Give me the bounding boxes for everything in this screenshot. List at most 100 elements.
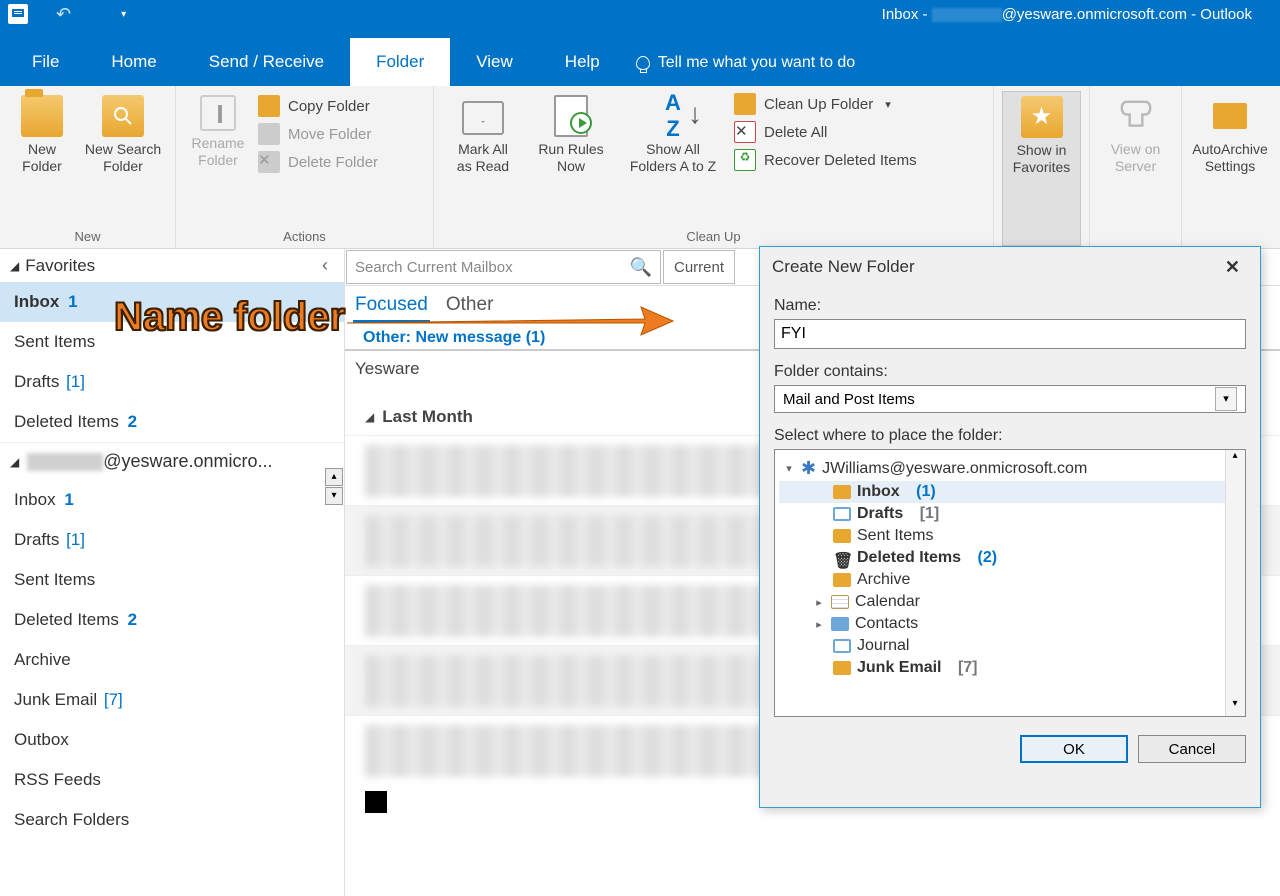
trash-icon: 🗑 — [833, 551, 851, 565]
favorite-star-icon: ★ — [1021, 96, 1063, 138]
title-bar: ↶ ▾ Inbox - @yesware.onmicrosoft.com - O… — [0, 0, 1280, 28]
ok-button[interactable]: OK — [1020, 735, 1128, 763]
folder-name-input[interactable] — [774, 319, 1246, 349]
move-folder-icon — [258, 123, 280, 145]
group-label-new: New — [0, 229, 175, 244]
lightbulb-icon — [636, 56, 650, 70]
tree-scrollbar[interactable]: ▴▾ — [1225, 450, 1245, 716]
junk-icon — [833, 661, 851, 675]
account-header[interactable]: ◢@yesware.onmicro... — [0, 442, 344, 480]
recover-icon: ♻ — [734, 149, 756, 171]
envelope-icon — [462, 95, 504, 137]
show-all-folders-button[interactable]: AZ↓Show All Folders A to Z — [618, 91, 728, 246]
calendar-icon — [831, 595, 849, 609]
folder-junk[interactable]: Junk Email [7] — [0, 680, 344, 720]
view-on-server-button: View on Server — [1098, 91, 1173, 246]
folder-pane: ◢ Favorites ‹ Inbox 1 Sent Items Drafts … — [0, 249, 345, 896]
chevron-right-icon: ▸ — [813, 596, 825, 609]
folder-sent[interactable]: Sent Items — [0, 560, 344, 600]
fav-drafts[interactable]: Drafts [1] — [0, 362, 344, 402]
tree-account[interactable]: ▾✱JWilliams@yesware.onmicrosoft.com — [779, 456, 1241, 481]
name-label: Name: — [774, 297, 1246, 315]
autoarchive-icon — [1209, 95, 1251, 137]
server-icon — [1115, 95, 1157, 137]
tree-journal[interactable]: Journal — [779, 635, 1241, 657]
delete-all-icon: ✕ — [734, 121, 756, 143]
search-input[interactable]: Search Current Mailbox🔍 — [346, 250, 661, 284]
az-sort-icon: AZ↓ — [652, 95, 694, 137]
folder-deleted[interactable]: Deleted Items 2 — [0, 600, 344, 640]
scrollbar-stub[interactable]: ▴▾ — [324, 467, 344, 537]
favorites-header[interactable]: ◢ Favorites ‹ — [0, 249, 344, 282]
chevron-down-icon: ◢ — [10, 455, 19, 469]
cleanup-icon — [734, 93, 756, 115]
ribbon: New Folder New Search Folder New Rename … — [0, 86, 1280, 249]
group-label-actions: Actions — [176, 229, 433, 244]
folder-contains-dropdown[interactable]: Mail and Post Items▾ — [774, 385, 1246, 413]
copy-folder-button[interactable]: Copy Folder — [258, 95, 378, 117]
folder-archive[interactable]: Archive — [0, 640, 344, 680]
search-scope-dropdown[interactable]: Current — [663, 250, 735, 284]
tab-file[interactable]: File — [6, 38, 85, 86]
contacts-icon — [831, 617, 849, 631]
folder-drafts[interactable]: Drafts [1] — [0, 520, 344, 560]
clean-up-folder-button[interactable]: Clean Up Folder▾ — [734, 93, 917, 115]
folder-outbox[interactable]: Outbox — [0, 720, 344, 760]
recover-deleted-button[interactable]: ♻Recover Deleted Items — [734, 149, 917, 171]
folder-inbox[interactable]: Inbox 1 — [0, 480, 344, 520]
tab-focused[interactable]: Focused — [353, 290, 430, 323]
autoarchive-settings-button[interactable]: AutoArchive Settings — [1190, 91, 1270, 246]
tab-other[interactable]: Other — [444, 290, 496, 323]
rename-icon — [200, 95, 236, 131]
fav-sent[interactable]: Sent Items — [0, 322, 344, 362]
rules-icon — [550, 95, 592, 137]
folder-search-folders[interactable]: Search Folders — [0, 800, 344, 840]
search-folder-icon — [102, 95, 144, 137]
ribbon-tabs: File Home Send / Receive Folder View Hel… — [0, 28, 1280, 86]
place-label: Select where to place the folder: — [774, 427, 1246, 445]
fav-inbox[interactable]: Inbox 1 — [0, 282, 344, 322]
chevron-down-icon: ▾ — [1215, 387, 1237, 411]
delete-all-button[interactable]: ✕Delete All — [734, 121, 917, 143]
dialog-title: Create New Folder — [772, 257, 915, 277]
move-folder-button: Move Folder — [258, 123, 378, 145]
mark-all-read-button[interactable]: Mark All as Read — [442, 91, 524, 246]
tree-contacts[interactable]: ▸Contacts — [779, 613, 1241, 635]
tree-drafts[interactable]: Drafts [1] — [779, 503, 1241, 525]
tab-view[interactable]: View — [450, 38, 539, 86]
tab-send-receive[interactable]: Send / Receive — [183, 38, 350, 86]
qat-dropdown-icon[interactable]: ▾ — [121, 9, 126, 20]
copy-folder-icon — [258, 95, 280, 117]
tree-calendar[interactable]: ▸Calendar — [779, 591, 1241, 613]
undo-icon[interactable]: ↶ — [56, 4, 71, 25]
cancel-button[interactable]: Cancel — [1138, 735, 1246, 763]
tree-deleted[interactable]: 🗑Deleted Items (2) — [779, 547, 1241, 569]
show-in-favorites-button[interactable]: ★Show in Favorites — [1002, 91, 1081, 246]
tree-sent[interactable]: Sent Items — [779, 525, 1241, 547]
group-label-cleanup: Clean Up — [434, 229, 993, 244]
new-search-folder-button[interactable]: New Search Folder — [82, 91, 164, 246]
rename-folder-button: Rename Folder — [184, 91, 252, 246]
chevron-down-icon: ◢ — [10, 259, 19, 273]
fav-deleted[interactable]: Deleted Items 2 — [0, 402, 344, 442]
tab-help[interactable]: Help — [539, 38, 626, 86]
tree-archive[interactable]: Archive — [779, 569, 1241, 591]
folder-rss[interactable]: RSS Feeds — [0, 760, 344, 800]
close-icon[interactable]: ✕ — [1217, 253, 1248, 282]
search-icon[interactable]: 🔍 — [630, 257, 652, 278]
new-folder-button[interactable]: New Folder — [8, 91, 76, 246]
tree-inbox[interactable]: Inbox (1) — [779, 481, 1241, 503]
tell-me-search[interactable]: Tell me what you want to do — [636, 54, 855, 86]
run-rules-button[interactable]: Run Rules Now — [530, 91, 612, 246]
qat-sendreceive-icon[interactable] — [8, 4, 28, 24]
tab-folder[interactable]: Folder — [350, 38, 450, 86]
folder-icon — [21, 95, 63, 137]
create-new-folder-dialog: Create New Folder✕ Name: Folder contains… — [759, 246, 1261, 808]
folder-tree[interactable]: ▾✱JWilliams@yesware.onmicrosoft.com Inbo… — [774, 449, 1246, 717]
tab-home[interactable]: Home — [85, 38, 182, 86]
window-title: Inbox - @yesware.onmicrosoft.com - Outlo… — [882, 6, 1272, 23]
tree-junk[interactable]: Junk Email [7] — [779, 657, 1241, 679]
collapse-pane-icon[interactable]: ‹ — [322, 255, 334, 276]
delete-folder-button: ✕Delete Folder — [258, 151, 378, 173]
journal-icon — [833, 639, 851, 653]
